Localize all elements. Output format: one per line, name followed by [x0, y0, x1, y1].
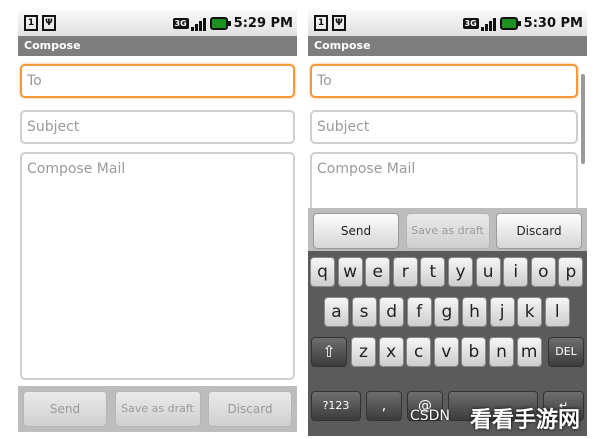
left-screen: 1 Ψ 3G 5:29 PM Compose To Subject Compos…	[18, 10, 297, 436]
key-p[interactable]: p	[558, 257, 584, 287]
sim-icon: 1	[314, 15, 328, 31]
send-button[interactable]: Send	[313, 213, 399, 249]
discard-button[interactable]: Discard	[496, 213, 582, 249]
key-k[interactable]: k	[517, 297, 543, 327]
clock: 5:30 PM	[523, 15, 583, 31]
status-bar: 1 Ψ 3G 5:29 PM	[18, 10, 297, 36]
to-field[interactable]: To	[310, 64, 578, 98]
key-w[interactable]: w	[337, 257, 363, 287]
key-y[interactable]: y	[448, 257, 473, 287]
right-screen: 1 Ψ 3G 5:30 PM Compose To Subject Compos…	[308, 10, 587, 436]
key-e[interactable]: e	[365, 257, 391, 287]
usb-icon: Ψ	[332, 15, 346, 31]
key-f[interactable]: f	[406, 297, 432, 327]
key-i[interactable]: i	[503, 257, 529, 287]
key-g[interactable]: g	[434, 297, 460, 327]
subject-field[interactable]: Subject	[20, 110, 295, 144]
save-draft-button[interactable]: Save as draft	[405, 213, 490, 249]
save-draft-button[interactable]: Save as draft	[114, 391, 201, 427]
shift-key[interactable]: ⇧	[311, 337, 347, 367]
key-u[interactable]: u	[475, 257, 501, 287]
key-r[interactable]: r	[392, 257, 418, 287]
key-j[interactable]: j	[489, 297, 515, 327]
action-bar: Send Save as draft Discard	[308, 208, 587, 254]
send-button[interactable]: Send	[23, 391, 107, 427]
key-s[interactable]: s	[351, 297, 377, 327]
key-l[interactable]: l	[544, 297, 570, 327]
subject-field[interactable]: Subject	[310, 110, 578, 144]
network-3g-icon: 3G	[462, 17, 479, 29]
sim-icon: 1	[24, 15, 38, 31]
key-d[interactable]: d	[379, 297, 405, 327]
app-title: Compose	[18, 36, 297, 56]
symbols-key[interactable]: ?123	[311, 391, 361, 421]
battery-icon	[209, 16, 231, 30]
key-t[interactable]: t	[420, 257, 446, 287]
scrollbar[interactable]	[581, 74, 585, 164]
key-m[interactable]: m	[516, 337, 542, 367]
compose-body-field[interactable]: Compose Mail	[310, 152, 578, 212]
app-title: Compose	[308, 36, 587, 56]
compose-body-field[interactable]: Compose Mail	[20, 152, 295, 380]
key-o[interactable]: o	[530, 257, 556, 287]
watermark-site: 看看手游网	[470, 408, 581, 433]
key-q[interactable]: q	[310, 257, 335, 287]
signal-icon	[190, 16, 207, 31]
discard-button[interactable]: Discard	[208, 391, 292, 427]
comma-key[interactable]: ,	[366, 391, 402, 421]
key-c[interactable]: c	[406, 337, 432, 367]
key-a[interactable]: a	[324, 297, 349, 327]
key-x[interactable]: x	[378, 337, 404, 367]
key-b[interactable]: b	[461, 337, 487, 367]
key-h[interactable]: h	[462, 297, 487, 327]
network-3g-icon: 3G	[172, 17, 189, 29]
status-bar: 1 Ψ 3G 5:30 PM	[308, 10, 587, 36]
to-field[interactable]: To	[20, 64, 295, 98]
key-v[interactable]: v	[433, 337, 459, 367]
key-z[interactable]: z	[351, 337, 376, 367]
clock: 5:29 PM	[233, 15, 293, 31]
signal-icon	[480, 16, 497, 31]
battery-icon	[499, 16, 521, 30]
delete-key[interactable]: DEL	[548, 337, 584, 367]
action-bar: Send Save as draft Discard	[18, 386, 297, 432]
usb-icon: Ψ	[42, 15, 56, 31]
watermark-csdn: CSDN	[410, 408, 450, 424]
key-n[interactable]: n	[489, 337, 514, 367]
